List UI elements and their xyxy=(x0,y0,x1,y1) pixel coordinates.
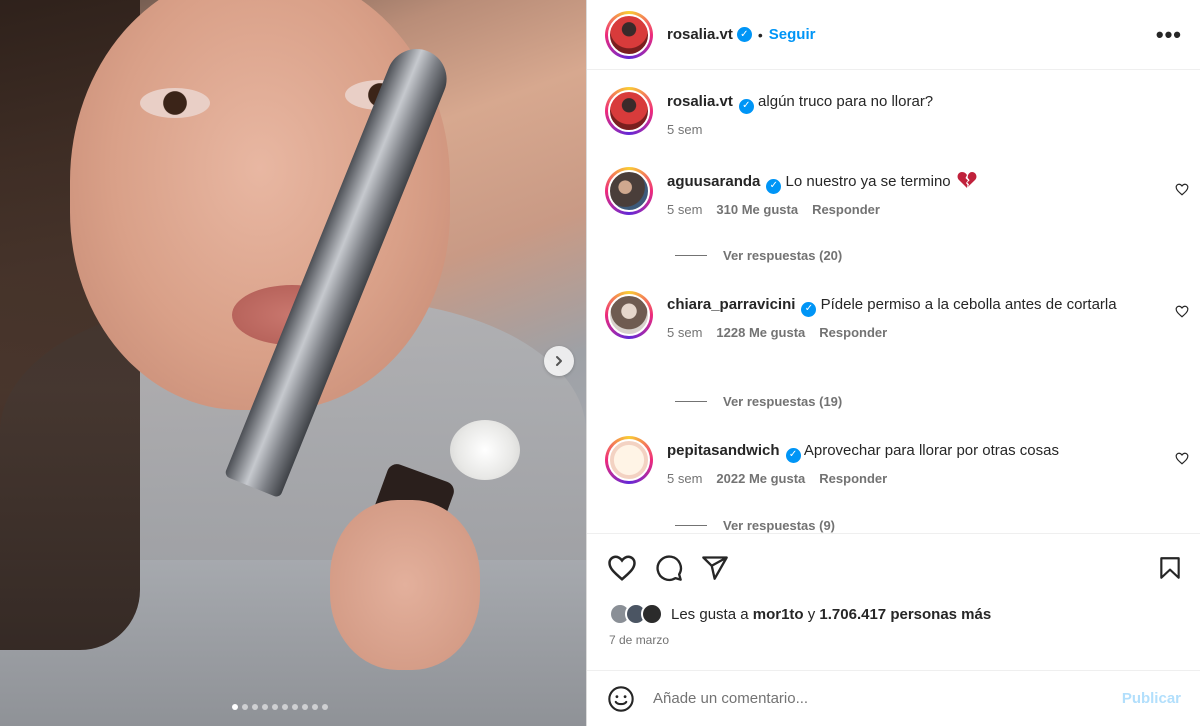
carousel-dot xyxy=(242,704,248,710)
comment-like-icon[interactable] xyxy=(1175,305,1189,318)
caption-item: rosalia.vt ✓ algún truco para no llorar? … xyxy=(605,87,1195,137)
comment-text: Aprovechar para llorar por otras cosas xyxy=(803,442,1059,459)
comment-text: Pídele permiso a la cebolla antes de cor… xyxy=(820,296,1117,313)
view-replies-label: Ver respuestas (19) xyxy=(723,394,843,409)
carousel-dots xyxy=(232,704,328,710)
carousel-dot xyxy=(272,704,278,710)
likes-count[interactable]: 1.706.417 personas más xyxy=(819,606,991,623)
verified-icon: ✓ xyxy=(801,301,817,317)
comment-composer: Publicar xyxy=(587,670,1200,726)
verified-icon: ✓ xyxy=(738,98,754,114)
verified-icon: ✓ xyxy=(736,27,752,42)
post-media[interactable] xyxy=(0,0,586,726)
comment-input[interactable] xyxy=(653,690,1122,707)
comment-icon[interactable] xyxy=(655,554,683,582)
comment-likes[interactable]: 1228 Me gusta xyxy=(716,325,805,340)
comment-username[interactable]: pepitasandwich xyxy=(667,442,780,459)
carousel-dot xyxy=(302,704,308,710)
carousel-dot xyxy=(322,704,328,710)
publish-button[interactable]: Publicar xyxy=(1122,690,1181,707)
comment-avatar[interactable] xyxy=(605,167,653,215)
comment-time[interactable]: 5 sem xyxy=(667,471,702,486)
bookmark-icon[interactable] xyxy=(1157,554,1183,582)
carousel-dot xyxy=(232,704,238,710)
heart-icon[interactable] xyxy=(607,554,637,582)
comments-list[interactable]: rosalia.vt ✓ algún truco para no llorar? … xyxy=(587,71,1200,534)
view-replies-label: Ver respuestas (20) xyxy=(723,248,843,263)
likes-user[interactable]: mor1to xyxy=(753,606,804,623)
media-onion xyxy=(450,420,520,480)
comment-avatar[interactable] xyxy=(605,291,653,339)
carousel-next-button[interactable] xyxy=(544,346,574,376)
media-hand xyxy=(330,500,480,670)
action-bar xyxy=(607,548,1183,588)
post-date[interactable]: 7 de marzo xyxy=(609,633,669,647)
carousel-dot xyxy=(282,704,288,710)
media-eye-left xyxy=(140,88,210,118)
comment-time[interactable]: 5 sem xyxy=(667,325,702,340)
view-replies-label: Ver respuestas (9) xyxy=(723,518,836,533)
likes-prefix: Les gusta a xyxy=(671,605,749,623)
verified-icon: ✓ xyxy=(785,447,801,463)
view-replies-button[interactable]: Ver respuestas (9) xyxy=(675,518,835,533)
comment-likes[interactable]: 310 Me gusta xyxy=(716,202,798,217)
comment-text: Lo nuestro ya se termino xyxy=(785,173,951,190)
comment-username[interactable]: chiara_parravicini xyxy=(667,296,795,313)
emoji-icon[interactable] xyxy=(607,685,635,713)
carousel-dot xyxy=(252,704,258,710)
view-replies-button[interactable]: Ver respuestas (19) xyxy=(675,394,842,409)
caption-time[interactable]: 5 sem xyxy=(667,122,702,137)
follow-button[interactable]: Seguir xyxy=(769,26,816,43)
caption-avatar[interactable] xyxy=(605,87,653,135)
comment-username[interactable]: aguusaranda xyxy=(667,173,760,190)
reply-button[interactable]: Responder xyxy=(812,202,880,217)
likes-summary[interactable]: Les gusta a mor1to y 1.706.417 personas … xyxy=(609,603,991,625)
comment-item: aguusaranda ✓ Lo nuestro ya se termino 5 … xyxy=(605,167,1195,217)
carousel-dot xyxy=(262,704,268,710)
post-panel: rosalia.vt ✓ • Seguir ••• rosalia.vt ✓ al… xyxy=(586,0,1200,726)
more-icon[interactable]: ••• xyxy=(1156,22,1182,48)
comment-like-icon[interactable] xyxy=(1175,183,1189,196)
chevron-right-icon xyxy=(556,356,562,366)
caption-text: algún truco para no llorar? xyxy=(758,93,934,110)
header-separator: • xyxy=(757,26,763,43)
share-icon[interactable] xyxy=(701,554,729,582)
likers-avatars xyxy=(609,603,663,625)
view-replies-button[interactable]: Ver respuestas (20) xyxy=(675,248,842,263)
reply-button[interactable]: Responder xyxy=(819,325,887,340)
comment-time[interactable]: 5 sem xyxy=(667,202,702,217)
comment-item: pepitasandwich ✓ Aprovechar para llorar p… xyxy=(605,436,1195,486)
author-avatar[interactable] xyxy=(605,10,653,59)
reply-button[interactable]: Responder xyxy=(819,471,887,486)
likes-connector: y xyxy=(807,605,816,623)
caption-username[interactable]: rosalia.vt xyxy=(667,93,733,110)
broken-heart-icon xyxy=(957,172,977,188)
verified-icon: ✓ xyxy=(766,178,782,194)
comment-like-icon[interactable] xyxy=(1175,452,1189,465)
carousel-dot xyxy=(312,704,318,710)
comment-avatar[interactable] xyxy=(605,436,653,484)
author-username[interactable]: rosalia.vt xyxy=(667,26,733,43)
comment-likes[interactable]: 2022 Me gusta xyxy=(716,471,805,486)
post-header: rosalia.vt ✓ • Seguir ••• xyxy=(587,0,1200,70)
comment-item: chiara_parravicini ✓ Pídele permiso a la … xyxy=(605,291,1195,340)
carousel-dot xyxy=(292,704,298,710)
